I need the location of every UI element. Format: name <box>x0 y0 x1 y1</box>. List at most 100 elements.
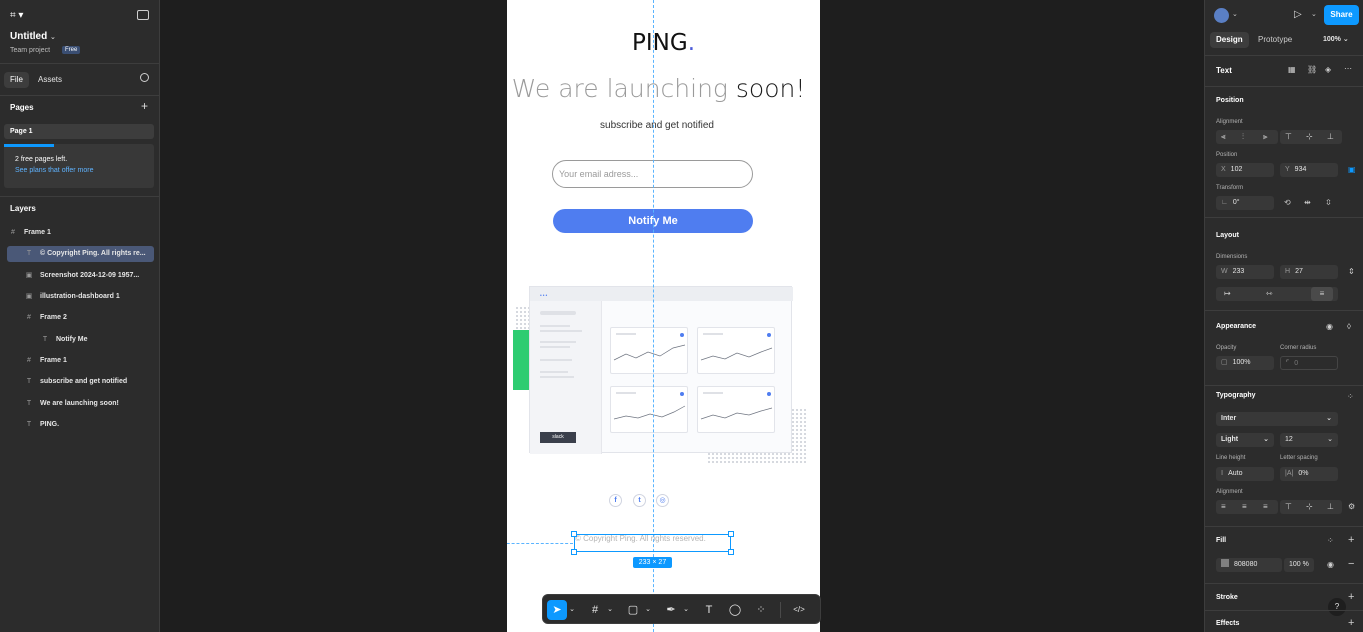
comment-tool-icon[interactable]: ◯ <box>725 600 745 620</box>
constraints-icon[interactable]: ▣ <box>1348 165 1356 174</box>
twitter-icon[interactable]: t <box>633 494 646 507</box>
layer-item[interactable]: ▣ illustration-dashboard 1 <box>7 289 154 305</box>
eye-icon[interactable]: ◉ <box>1327 560 1334 569</box>
fill-color-field[interactable]: 808080 <box>1216 558 1282 572</box>
remove-fill-icon[interactable]: − <box>1348 558 1354 570</box>
chevron-down-icon[interactable]: ⌄ <box>50 34 56 41</box>
grid-icon[interactable]: ▦ <box>1288 65 1296 74</box>
pen-tool-icon[interactable]: ✒ <box>661 600 681 620</box>
width-field[interactable]: W 233 <box>1216 265 1274 279</box>
horizontal-align-group[interactable]: ⫷ ⫶ ⫸ <box>1216 130 1278 144</box>
valign-middle-icon[interactable]: ⊹ <box>1306 502 1313 511</box>
frame-tool-icon[interactable]: # <box>585 600 605 620</box>
main-menu-button[interactable]: ⌗ ▾ <box>10 10 23 21</box>
lock-ratio-icon[interactable]: ⇕ <box>1348 267 1355 276</box>
font-weight-select[interactable]: Light ⌄ <box>1216 433 1274 447</box>
logo-text[interactable]: PING. <box>507 30 820 56</box>
text-valign-group[interactable]: ⊤ ⊹ ⊥ <box>1280 500 1342 514</box>
text-align-center-icon[interactable]: ≡ <box>1242 502 1247 511</box>
headline-text[interactable]: We are launching soon! <box>507 74 810 103</box>
move-tool-icon[interactable]: ➤ <box>547 600 567 620</box>
styles-icon[interactable]: ⁘ <box>1327 536 1334 545</box>
layer-item[interactable]: # Frame 1 <box>7 353 154 369</box>
rotate-icon[interactable]: ⟲ <box>1284 198 1291 207</box>
vertical-align-group[interactable]: ⊤ ⊹ ⊥ <box>1280 130 1342 144</box>
layer-item[interactable]: ▣ Screenshot 2024-12-09 1957... <box>7 268 154 284</box>
layer-item[interactable]: T Notify Me <box>7 332 154 348</box>
facebook-icon[interactable]: f <box>609 494 622 507</box>
subline-text[interactable]: subscribe and get notified <box>507 120 807 131</box>
flip-vertical-icon[interactable]: ⇳ <box>1325 198 1332 207</box>
component-icon[interactable]: ◈ <box>1325 65 1331 74</box>
actions-tool-icon[interactable]: ⁘ <box>751 600 771 620</box>
chevron-down-icon[interactable]: ⌄ <box>644 600 652 620</box>
page-item[interactable]: Page 1 <box>4 124 154 139</box>
text-align-left-icon[interactable]: ≡ <box>1221 502 1226 511</box>
add-fill-icon[interactable]: + <box>1348 534 1354 546</box>
project-name[interactable]: Team project <box>10 47 50 54</box>
tab-file[interactable]: File <box>4 72 29 88</box>
more-icon[interactable]: ⋯ <box>1344 64 1352 73</box>
type-settings-icon[interactable]: ⚙ <box>1348 502 1355 511</box>
letter-spacing-field[interactable]: |A| 0% <box>1280 467 1338 481</box>
rotation-field[interactable]: ∟ 0° <box>1216 196 1274 210</box>
add-stroke-icon[interactable]: + <box>1348 591 1354 603</box>
align-top-icon[interactable]: ⊤ <box>1285 132 1292 141</box>
link-icon[interactable]: ⛓ <box>1307 65 1317 74</box>
hug-width-icon[interactable]: ⇿ <box>1266 289 1273 298</box>
present-icon[interactable]: ▷ <box>1294 9 1302 20</box>
align-center-icon[interactable]: ⫶ <box>1242 132 1244 142</box>
chevron-down-icon[interactable]: ⌄ <box>1311 10 1317 18</box>
design-frame[interactable]: PING. We are launching soon! subscribe a… <box>507 0 820 632</box>
fill-opacity-field[interactable]: 100 % <box>1284 558 1314 572</box>
dev-mode-icon[interactable]: </> <box>787 600 811 620</box>
text-styles-icon[interactable]: ⁘ <box>1347 392 1354 401</box>
layer-item[interactable]: T We are launching soon! <box>7 396 154 412</box>
layer-item[interactable]: T PING. <box>7 417 154 433</box>
align-bottom-icon[interactable]: ⊥ <box>1327 132 1334 141</box>
file-name[interactable]: Untitled ⌄ <box>10 31 56 42</box>
canvas[interactable]: PING. We are launching soon! subscribe a… <box>160 0 1204 632</box>
valign-top-icon[interactable]: ⊤ <box>1285 502 1292 511</box>
chevron-down-icon[interactable]: ⌄ <box>568 600 576 620</box>
add-page-icon[interactable]: + <box>141 99 148 113</box>
layer-item[interactable]: Tsubscribe and get notified <box>7 374 154 390</box>
instagram-icon[interactable]: ◎ <box>656 494 669 507</box>
flip-horizontal-icon[interactable]: ⇹ <box>1304 198 1311 207</box>
font-family-select[interactable]: Inter ⌄ <box>1216 412 1338 426</box>
chevron-down-icon[interactable]: ⌄ <box>1232 10 1238 18</box>
fixed-width-icon[interactable]: ↦ <box>1224 289 1231 298</box>
resize-handle[interactable] <box>571 549 577 555</box>
corner-radius-field[interactable]: ⌜ 0 <box>1280 356 1338 370</box>
align-left-icon[interactable]: ⫷ <box>1221 132 1226 142</box>
tab-design[interactable]: Design <box>1210 32 1249 48</box>
text-align-right-icon[interactable]: ≡ <box>1263 502 1268 511</box>
resize-handle[interactable] <box>728 549 734 555</box>
text-tool-icon[interactable]: T <box>699 600 719 620</box>
toggle-sidebar-icon[interactable] <box>137 10 149 20</box>
tab-assets[interactable]: Assets <box>32 72 68 88</box>
chevron-down-icon[interactable]: ⌄ <box>606 600 614 620</box>
auto-height-icon[interactable]: ≡ <box>1311 287 1333 301</box>
eye-icon[interactable]: ◉ <box>1326 322 1333 331</box>
color-swatch[interactable] <box>1221 559 1229 567</box>
avatar[interactable] <box>1214 8 1229 23</box>
see-plans-link[interactable]: See plans that offer more <box>15 167 93 174</box>
x-field[interactable]: X 102 <box>1216 163 1274 177</box>
chevron-down-icon[interactable]: ⌄ <box>682 600 690 620</box>
zoom-level[interactable]: 100% ⌄ <box>1323 32 1349 48</box>
dashboard-illustration[interactable]: ••• slack <box>529 286 793 454</box>
selection-box[interactable] <box>571 531 734 555</box>
resizing-group[interactable]: ↦ ⇿ ≡ <box>1216 287 1338 301</box>
line-height-field[interactable]: Ⅰ Auto <box>1216 467 1274 481</box>
opacity-field[interactable]: ▢ 100% <box>1216 356 1274 370</box>
drop-icon[interactable]: ◊ <box>1347 322 1351 331</box>
resize-handle[interactable] <box>728 531 734 537</box>
y-field[interactable]: Y 934 <box>1280 163 1338 177</box>
tab-prototype[interactable]: Prototype <box>1258 32 1292 48</box>
layer-item[interactable]: T © Copyright Ping. All rights re... <box>7 246 154 262</box>
search-icon[interactable] <box>140 73 149 82</box>
layer-item[interactable]: # Frame 1 <box>7 225 154 241</box>
font-size-field[interactable]: 12 ⌄ <box>1280 433 1338 447</box>
layer-item[interactable]: # Frame 2 <box>7 310 154 326</box>
